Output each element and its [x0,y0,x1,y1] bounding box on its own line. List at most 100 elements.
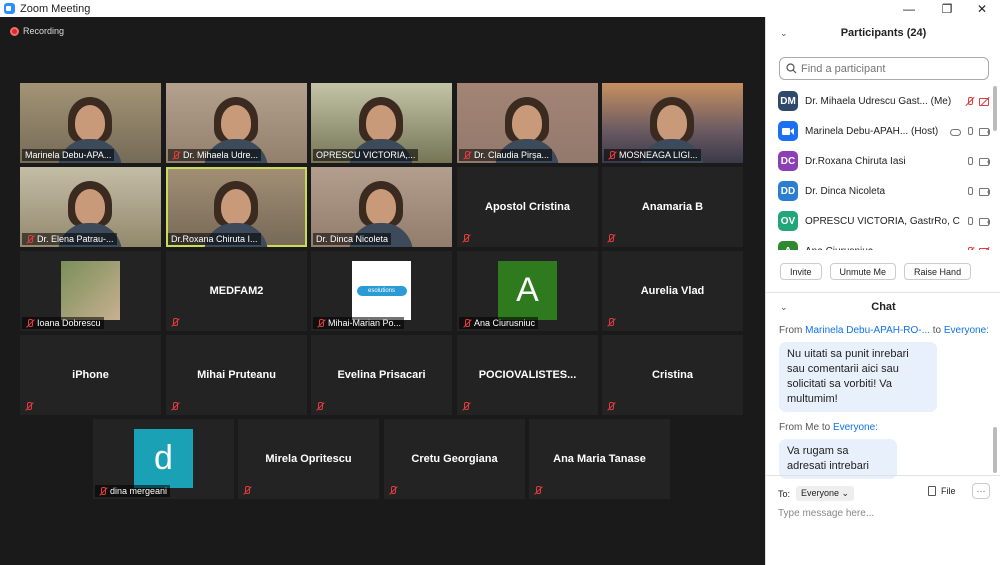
video-tile[interactable]: OPRESCU VICTORIA,... [311,83,452,163]
recipient-value: Everyone [801,488,840,498]
divider [766,292,1000,293]
recipient-dropdown[interactable]: Everyone ⌄ [796,486,855,501]
mic-icon[interactable] [964,216,975,227]
file-icon [928,486,936,496]
avatar [778,121,798,141]
participant-row[interactable]: A Ana Ciurusniuc [778,236,990,250]
video-icon[interactable] [979,186,990,197]
unmute-me-button[interactable]: Unmute Me [829,263,897,280]
muted-mic-icon [607,150,616,160]
video-tile[interactable]: esolutions Mihai-Marian Po... [311,251,452,331]
to-label: To: [778,488,791,499]
video-tile[interactable]: Dr. Mihaela Udre... [166,83,307,163]
tile-name: Ana Maria Tanase [553,453,646,465]
zoom-logo-icon [4,3,15,14]
video-tile[interactable]: Aurelia Vlad [602,251,743,331]
video-tile[interactable]: Cretu Georgiana [384,419,525,499]
video-tile[interactable]: d dina mergeani [93,419,234,499]
tile-name: Dr. Elena Patrau-... [37,234,114,244]
participant-row[interactable]: DD Dr. Dinca Nicoleta [778,176,990,206]
video-tile[interactable]: Apostol Cristina [457,167,598,247]
chat-compose: To: Everyone ⌄ File ··· Type message her… [766,475,1000,565]
invite-button[interactable]: Invite [780,263,822,280]
video-tile[interactable]: Marinela Debu-APA... [20,83,161,163]
tile-name: MOSNEAGA LIGI... [619,150,698,160]
muted-mic-icon[interactable] [964,96,975,107]
recording-label: Recording [23,26,65,36]
participants-scrollbar[interactable] [993,86,997,131]
restore-button[interactable]: ❐ [930,0,964,17]
avatar: DD [778,181,798,201]
participant-row[interactable]: Marinela Debu-APAH... (Host) [778,116,990,146]
video-tile[interactable]: Anamaria B [602,167,743,247]
video-tile[interactable]: Dr. Dinca Nicoleta [311,167,452,247]
participant-name: Dr. Mihaela Udrescu Gast... (Me) [805,95,952,107]
participant-list: DM Dr. Mihaela Udrescu Gast... (Me) Marine… [778,86,990,250]
chat-sender[interactable]: Me [805,422,819,433]
video-off-icon[interactable] [979,96,990,107]
side-panel: ⌄ Participants (24) DMDr. Mihaela Udresc… [765,17,1000,565]
avatar: A [778,241,798,250]
video-tile[interactable]: POCIOVALISTES... [457,335,598,415]
avatar: OV [778,211,798,231]
tile-name: Ana Ciurusniuc [474,318,536,328]
chat-recipient: Everyone: [832,422,878,433]
chat-message-meta: From Me to Everyone: [779,422,878,433]
search-input[interactable] [801,62,981,75]
message-input[interactable]: Type message here... [778,508,874,519]
tile-name-label: Ioana Dobrescu [22,317,104,329]
close-button[interactable]: ✕ [965,0,999,17]
record-icon [10,26,19,36]
video-tile[interactable]: Dr. Claudia Pirșa... [457,83,598,163]
video-tile[interactable]: Mihai Pruteanu [166,335,307,415]
participants-header: Participants (24) [840,27,927,39]
profile-logo: esolutions [352,261,411,320]
chat-message-bubble: Nu uitati sa punit inrebari sau comentar… [779,342,937,412]
recording-indicator[interactable]: Recording [10,26,64,36]
video-tile[interactable]: Mirela Opritescu [238,419,379,499]
tile-name: Dr. Mihaela Udre... [183,150,259,160]
participant-search[interactable] [779,57,989,80]
tile-name-label: Marinela Debu-APA... [22,149,115,161]
chat-messages: From Marinela Debu-APAH-RO-... to Everyo… [779,325,989,489]
video-icon[interactable] [979,216,990,227]
participant-face [75,105,105,141]
more-options-button[interactable]: ··· [972,483,990,499]
tile-name: Mihai Pruteanu [197,369,276,381]
video-tile[interactable]: Dr. Elena Patrau-... [20,167,161,247]
video-tile[interactable]: iPhone [20,335,161,415]
chat-sender[interactable]: Marinela Debu-APAH-RO-... [805,325,930,336]
file-button[interactable]: File [928,486,956,496]
mic-icon[interactable] [964,156,975,167]
participant-face [221,189,251,225]
mic-icon[interactable] [964,126,975,137]
file-label: File [941,486,956,496]
video-tile[interactable]: Cristina [602,335,743,415]
video-tile[interactable]: A Ana Ciurusniuc [457,251,598,331]
video-tile[interactable]: Evelina Prisacari [311,335,452,415]
tile-name: Dr.Roxana Chiruta I... [171,234,258,244]
minimize-button[interactable]: — [892,0,926,17]
video-tile[interactable]: Ioana Dobrescu [20,251,161,331]
muted-mic-icon [24,402,33,411]
muted-mic-icon [25,318,34,328]
video-tile[interactable]: MOSNEAGA LIGI... [602,83,743,163]
chat-scrollbar[interactable] [993,427,997,473]
video-tile[interactable]: Dr.Roxana Chiruta I... [166,167,307,247]
video-tile[interactable]: MEDFAM2 [166,251,307,331]
muted-mic-icon [461,234,470,243]
tile-name-label: MOSNEAGA LIGI... [604,149,701,161]
raise-hand-button[interactable]: Raise Hand [904,263,972,280]
muted-mic-icon[interactable] [964,246,975,250]
participant-row[interactable]: DC Dr.Roxana Chiruta Iasi [778,146,990,176]
muted-mic-icon [533,486,542,495]
participant-name: Dr. Dinca Nicoleta [805,185,886,197]
video-tile[interactable]: Ana Maria Tanase [529,419,670,499]
mic-icon[interactable] [964,186,975,197]
tile-name: Cretu Georgiana [411,453,498,465]
participant-row[interactable]: DM Dr. Mihaela Udrescu Gast... (Me) [778,86,990,116]
video-icon[interactable] [979,126,990,137]
participant-row[interactable]: OV OPRESCU VICTORIA, GastrRo, C... [778,206,990,236]
video-icon[interactable] [979,156,990,167]
video-off-icon[interactable] [979,246,990,250]
